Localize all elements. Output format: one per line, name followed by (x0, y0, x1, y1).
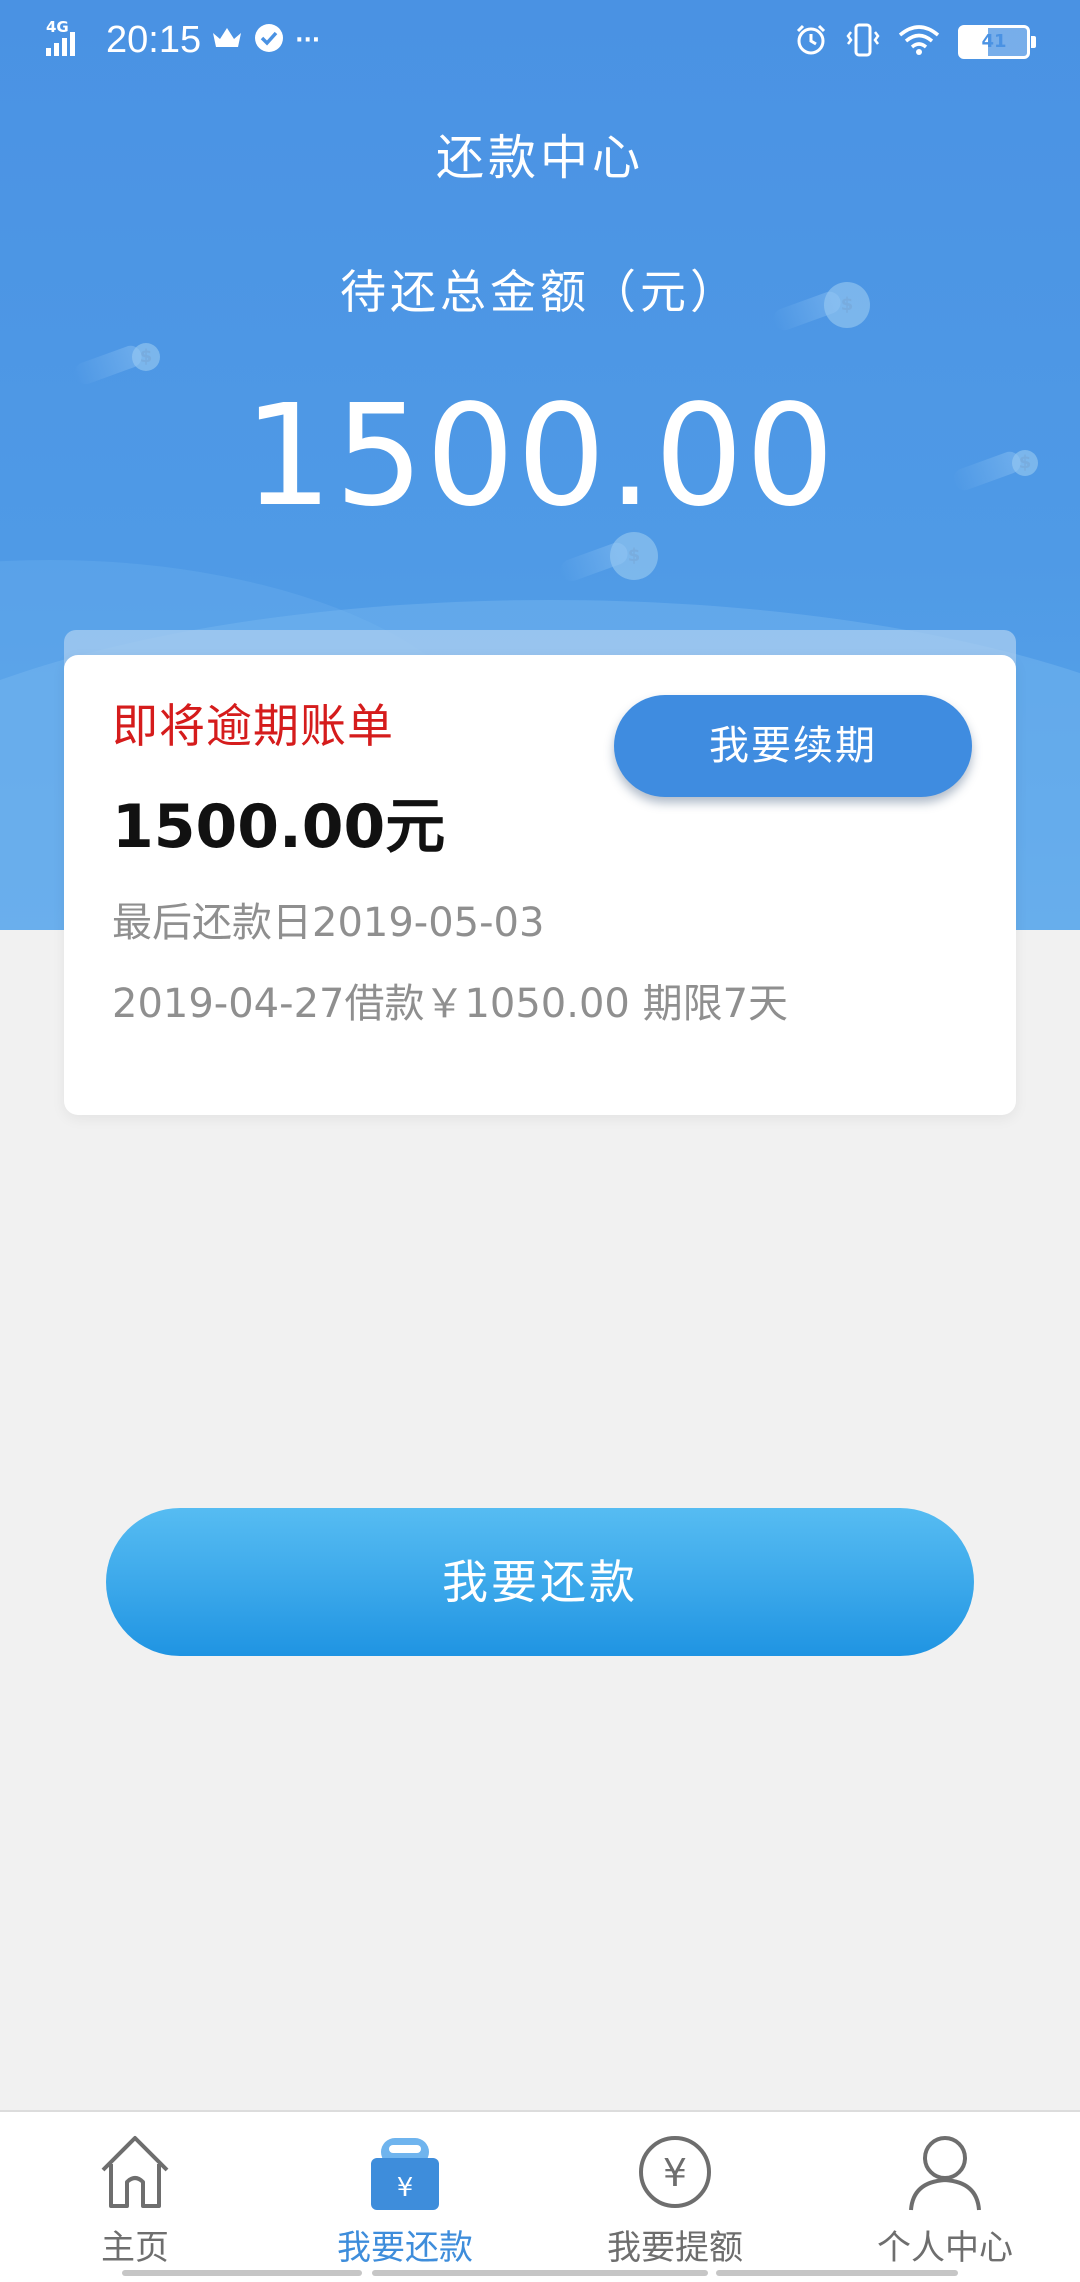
nav-label-profile: 个人中心 (877, 2228, 1013, 2268)
repay-wallet-icon: ¥ (363, 2130, 447, 2214)
battery-indicator: 41 (958, 25, 1036, 59)
status-bar: 4G 20:15 ··· 41 (0, 0, 1080, 84)
user-icon (903, 2130, 987, 2214)
nav-label-home: 主页 (101, 2228, 169, 2268)
wifi-icon (898, 24, 940, 60)
nav-item-profile[interactable]: 个人中心 (810, 2130, 1080, 2269)
network-type: 4G (46, 18, 69, 36)
decorative-coin-icon: $ (610, 532, 658, 580)
repay-button[interactable]: 我要还款 (106, 1508, 974, 1656)
renew-button[interactable]: 我要续期 (614, 695, 972, 797)
nav-item-home[interactable]: 主页 (0, 2130, 270, 2269)
crown-icon (211, 25, 243, 55)
svg-text:¥: ¥ (663, 2151, 687, 2195)
gesture-bar (122, 2270, 362, 2276)
bill-card-title: 即将逾期账单 (112, 699, 394, 753)
yuan-coin-icon: ¥ (633, 2130, 717, 2214)
signal-icon: 4G (46, 18, 96, 62)
decorative-coin-icon: $ (132, 343, 160, 371)
verified-icon (253, 22, 285, 58)
nav-item-repay[interactable]: ¥ 我要还款 (270, 2130, 540, 2269)
alarm-icon (794, 23, 828, 61)
bottom-navigation: 主页 ¥ 我要还款 ¥ 我要提额 个人中心 (0, 2110, 1080, 2282)
due-date: 最后还款日2019-05-03 (112, 900, 545, 946)
nav-label-raise-limit: 我要提额 (607, 2228, 743, 2268)
status-time: 20:15 (106, 18, 202, 61)
nav-item-raise-limit[interactable]: ¥ 我要提额 (540, 2130, 810, 2269)
svg-text:¥: ¥ (397, 2173, 414, 2203)
total-amount-value: 1500.00 (243, 375, 837, 538)
home-icon (93, 2130, 177, 2214)
gesture-bar (716, 2270, 958, 2276)
more-notifications-icon: ··· (295, 27, 321, 53)
vibrate-icon (846, 22, 880, 62)
gesture-bar (372, 2270, 708, 2276)
nav-label-repay: 我要还款 (337, 2228, 473, 2268)
bill-card: 即将逾期账单 1500.00元 最后还款日2019-05-03 2019-04-… (64, 655, 1016, 1115)
bill-amount: 1500.00元 (112, 792, 446, 862)
page-title: 还款中心 (435, 130, 644, 186)
total-amount-label: 待还总金额（元） (340, 265, 740, 319)
loan-info: 2019-04-27借款￥1050.00 期限7天 (112, 981, 789, 1027)
